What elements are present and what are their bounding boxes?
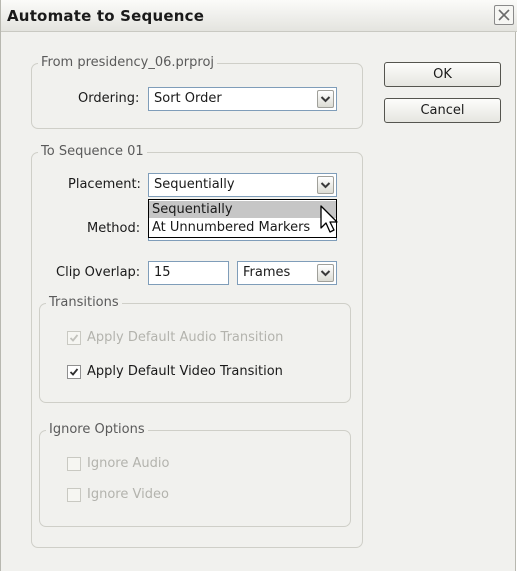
placement-label: Placement:	[68, 177, 141, 192]
apply-audio-transition-label: Apply Default Audio Transition	[87, 330, 284, 345]
method-label: Method:	[87, 221, 141, 236]
ignore-options-group: Ignore Options	[39, 422, 351, 527]
to-sequence-legend: To Sequence 01	[38, 144, 147, 160]
checkmark-icon	[69, 368, 79, 376]
clip-overlap-label: Clip Overlap:	[56, 265, 141, 280]
placement-dropdown-list: Sequentially At Unnumbered Markers	[148, 199, 337, 238]
placement-value: Sequentially	[154, 177, 235, 192]
mouse-cursor-icon	[320, 205, 338, 233]
transitions-legend: Transitions	[46, 295, 122, 311]
automate-to-sequence-dialog: Automate to Sequence From presidency_06.…	[0, 0, 517, 571]
from-group-legend: From presidency_06.prproj	[38, 55, 218, 71]
clip-overlap-unit-select[interactable]: Frames	[237, 261, 337, 285]
checkmark-icon	[69, 334, 79, 342]
ordering-label: Ordering:	[78, 91, 140, 106]
transitions-group: Transitions	[39, 295, 351, 403]
ordering-dropdown-button[interactable]	[317, 90, 334, 108]
cancel-button[interactable]: Cancel	[384, 98, 501, 123]
chevron-down-icon	[320, 270, 331, 277]
clip-overlap-input[interactable]: 15	[148, 261, 229, 285]
placement-dropdown-button[interactable]	[317, 176, 334, 194]
ignore-video-checkbox[interactable]	[67, 488, 81, 502]
dropdown-option-sequentially[interactable]: Sequentially	[149, 201, 336, 218]
close-icon	[498, 9, 510, 21]
chevron-down-icon	[320, 182, 331, 189]
ordering-value: Sort Order	[154, 91, 222, 106]
dropdown-option-at-unnumbered-markers[interactable]: At Unnumbered Markers	[149, 219, 336, 236]
ignore-audio-checkbox[interactable]	[67, 457, 81, 471]
clip-overlap-value: 15	[154, 265, 171, 280]
title-bar[interactable]: Automate to Sequence	[1, 0, 517, 32]
ignore-options-legend: Ignore Options	[46, 422, 148, 438]
ordering-select[interactable]: Sort Order	[148, 87, 337, 111]
dialog-title: Automate to Sequence	[7, 7, 205, 25]
apply-audio-transition-checkbox[interactable]	[67, 331, 81, 345]
apply-video-transition-label: Apply Default Video Transition	[87, 364, 283, 379]
clip-overlap-unit-dropdown-button[interactable]	[317, 264, 334, 282]
chevron-down-icon	[320, 96, 331, 103]
ignore-video-label: Ignore Video	[87, 487, 169, 502]
ok-button[interactable]: OK	[384, 62, 501, 87]
placement-select[interactable]: Sequentially	[148, 173, 337, 197]
close-button[interactable]	[494, 5, 514, 25]
ignore-audio-label: Ignore Audio	[87, 456, 170, 471]
clip-overlap-unit-value: Frames	[243, 265, 291, 280]
apply-video-transition-checkbox[interactable]	[67, 365, 81, 379]
